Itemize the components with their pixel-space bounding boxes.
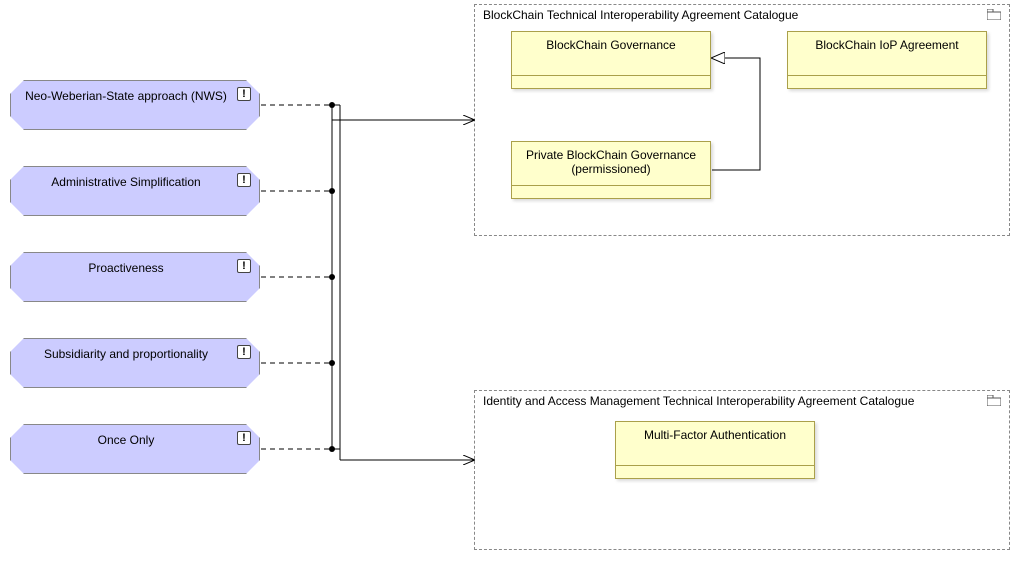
principle-icon: ! xyxy=(237,259,251,273)
principle-once-only: Once Only ! xyxy=(10,424,260,474)
principle-proactiveness: Proactiveness ! xyxy=(10,252,260,302)
contract-label: BlockChain Governance xyxy=(512,36,710,52)
catalogue-title: Identity and Access Management Technical… xyxy=(483,394,914,408)
contract-private-blockchain-governance: Private BlockChain Governance (permissio… xyxy=(511,141,711,199)
diagram-canvas: Neo-Weberian-State approach (NWS) ! Admi… xyxy=(0,0,1017,564)
principle-label: Neo-Weberian-State approach (NWS) xyxy=(25,87,227,103)
principle-admin-simplification: Administrative Simplification ! xyxy=(10,166,260,216)
contract-blockchain-governance: BlockChain Governance xyxy=(511,31,711,89)
folder-icon xyxy=(987,9,1001,20)
folder-icon xyxy=(987,395,1001,406)
principle-subsidiarity: Subsidiarity and proportionality ! xyxy=(10,338,260,388)
catalogue-iam: Identity and Access Management Technical… xyxy=(474,390,1010,550)
principle-nws: Neo-Weberian-State approach (NWS) ! xyxy=(10,80,260,130)
principle-label: Administrative Simplification xyxy=(51,173,200,189)
contract-label: BlockChain IoP Agreement xyxy=(788,36,986,52)
contract-blockchain-iop-agreement: BlockChain IoP Agreement xyxy=(787,31,987,89)
catalogue-blockchain: BlockChain Technical Interoperability Ag… xyxy=(474,4,1010,236)
principle-icon: ! xyxy=(237,345,251,359)
contract-mfa: Multi-Factor Authentication xyxy=(615,421,815,479)
contract-label: Multi-Factor Authentication xyxy=(616,426,814,442)
principle-icon: ! xyxy=(237,87,251,101)
principle-label: Subsidiarity and proportionality xyxy=(44,345,208,361)
principle-label: Once Only xyxy=(98,431,155,447)
catalogue-title: BlockChain Technical Interoperability Ag… xyxy=(483,8,798,22)
principle-icon: ! xyxy=(237,173,251,187)
principle-label: Proactiveness xyxy=(88,259,163,275)
contract-label: Private BlockChain Governance (permissio… xyxy=(512,146,710,176)
principle-icon: ! xyxy=(237,431,251,445)
